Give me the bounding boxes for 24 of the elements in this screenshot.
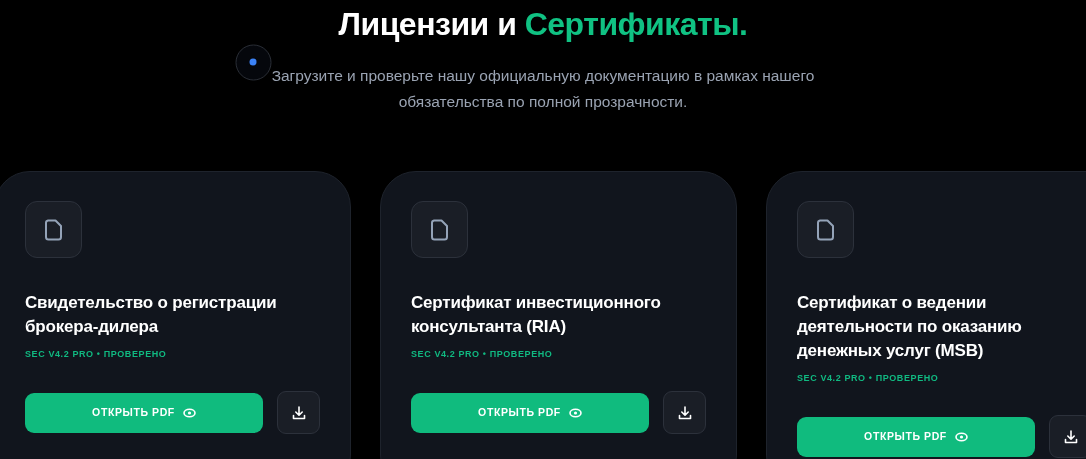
cursor-icon: [235, 44, 272, 81]
document-title: Свидетельство о регистрации брокера-дилера: [25, 292, 278, 338]
section-heading: Лицензии и Сертификаты.: [337, 5, 749, 44]
open-pdf-button[interactable]: ОТКРЫТЬ PDF: [797, 416, 1035, 457]
document-status: SEC V4.2 PRO • ПРОВЕРЕНО: [25, 348, 167, 361]
document-status: SEC V4.2 PRO • ПРОВЕРЕНО: [411, 348, 553, 361]
open-pdf-button[interactable]: ОТКРЫТЬ PDF: [25, 392, 263, 433]
download-icon: [1063, 429, 1078, 444]
document-title: Сертификат инвестиционного консультанта (RIA): [411, 292, 662, 338]
document-title: Сертификат о ведении деятельности по оказанию денежных услуг (MSB): [797, 292, 1023, 362]
download-button[interactable]: [277, 391, 320, 434]
eye-icon: [182, 407, 196, 418]
eye-icon: [568, 407, 582, 418]
file-icon: [411, 201, 468, 258]
section-subtitle: Загрузите и проверьте нашу официальную документацию в рамках нашего обязательства по полной прозрачности.: [270, 66, 816, 112]
file-icon: [797, 201, 854, 258]
eye-icon: [954, 431, 968, 442]
download-icon: [677, 405, 692, 420]
download-button[interactable]: [663, 391, 706, 434]
download-button[interactable]: [1049, 415, 1086, 458]
download-icon: [291, 405, 306, 420]
document-status: SEC V4.2 PRO • ПРОВЕРЕНО: [797, 372, 939, 385]
open-pdf-button[interactable]: ОТКРЫТЬ PDF: [411, 392, 649, 433]
file-icon: [25, 201, 82, 258]
